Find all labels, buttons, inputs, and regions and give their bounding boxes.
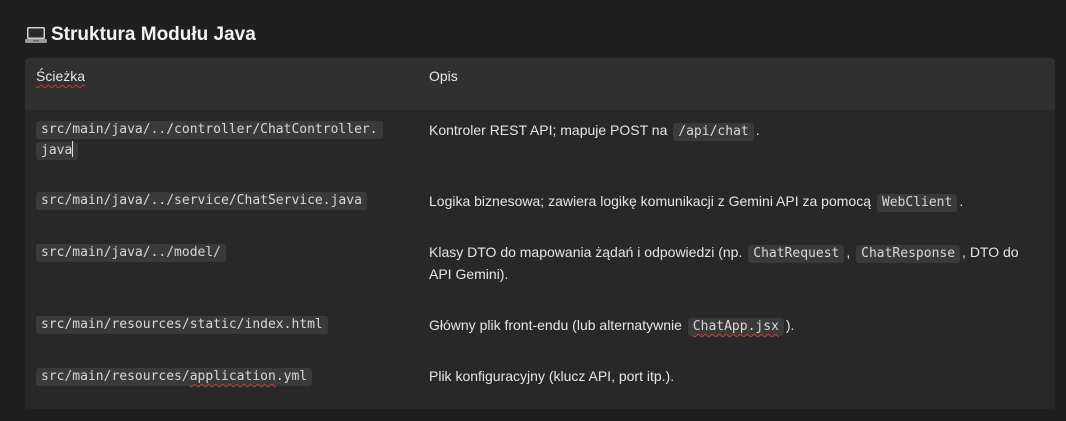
column-header-description: Opis bbox=[429, 68, 458, 84]
table-row: src/main/java/../service/ChatService.jav… bbox=[25, 181, 1055, 233]
path-code: src/main/java/../model/ bbox=[36, 244, 227, 262]
description-cell: Główny plik front-endu (lub alternatywni… bbox=[429, 317, 795, 336]
inline-code: ChatRequest bbox=[748, 245, 845, 263]
section-title: Struktura Modułu Java bbox=[51, 24, 256, 45]
inline-code: ChatResponse bbox=[856, 245, 961, 263]
description-cell: Logika biznesowa; zawiera logikę komunik… bbox=[429, 193, 964, 212]
path-code: src/main/java/../controller/ChatControll… bbox=[36, 121, 383, 160]
inline-code: ChatApp.jsx bbox=[687, 318, 784, 336]
description-cell: Klasy DTO do mapowania żądań i odpowiedz… bbox=[429, 244, 1019, 282]
table-header: Ścieżka Opis bbox=[25, 58, 1055, 110]
table-row: src/main/java/../controller/ChatControll… bbox=[25, 110, 1055, 181]
table-row: src/main/java/../model/ Klasy DTO do map… bbox=[25, 233, 1055, 305]
path-cell: src/main/resources/application.yml bbox=[36, 366, 416, 387]
path-cell: src/main/resources/static/index.html bbox=[36, 314, 416, 335]
description-cell: Kontroler REST API; mapuje POST na /api/… bbox=[429, 122, 760, 141]
description-cell: Plik konfiguracyjny (klucz API, port itp… bbox=[429, 368, 675, 384]
path-cell: src/main/java/../service/ChatService.jav… bbox=[36, 190, 416, 211]
section-heading: Struktura Modułu Java bbox=[25, 22, 256, 48]
inline-code: WebClient bbox=[876, 194, 958, 212]
laptop-icon bbox=[25, 25, 47, 45]
path-code: src/main/java/../service/ChatService.jav… bbox=[36, 192, 367, 210]
module-structure-table: Ścieżka Opis src/main/java/../controller… bbox=[25, 58, 1055, 409]
path-cell: src/main/java/../controller/ChatControll… bbox=[36, 119, 416, 161]
table-row: src/main/resources/static/index.html Głó… bbox=[25, 305, 1055, 358]
inline-code: /api/chat bbox=[673, 123, 754, 141]
column-header-path: Ścieżka bbox=[36, 68, 86, 84]
path-code: src/main/resources/static/index.html bbox=[36, 316, 328, 334]
path-code: src/main/resources/application.yml bbox=[36, 368, 313, 386]
text-cursor bbox=[72, 141, 74, 157]
table-row: src/main/resources/application.yml Plik … bbox=[25, 358, 1055, 409]
path-cell: src/main/java/../model/ bbox=[36, 242, 416, 263]
